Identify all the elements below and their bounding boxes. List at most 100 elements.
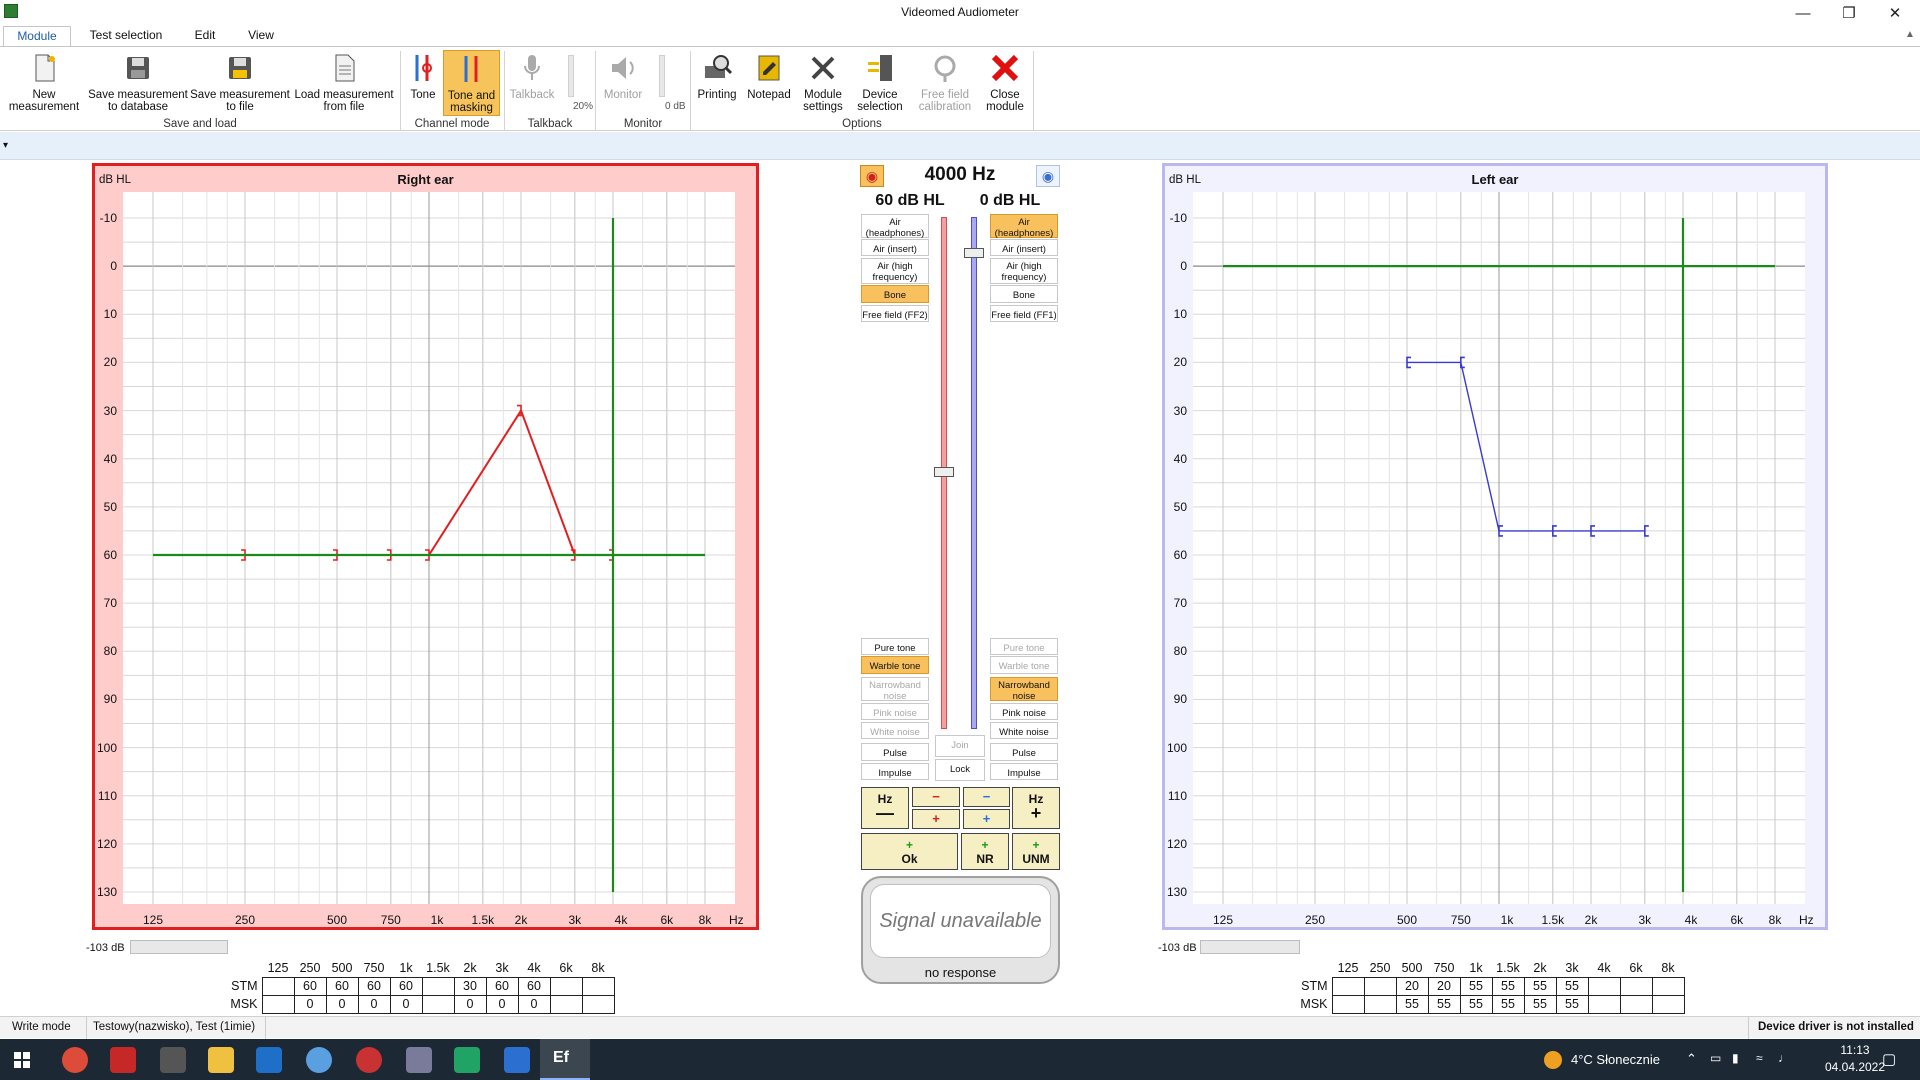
right-transducer-button-2[interactable]: Air (high frequency) — [861, 258, 929, 284]
outlook-icon[interactable] — [256, 1047, 282, 1073]
right-level-down-button[interactable]: − — [912, 787, 960, 807]
table-cell[interactable]: 20 — [1427, 976, 1461, 996]
left-signal-button-2[interactable]: Narrowband noise — [990, 677, 1058, 702]
table-cell[interactable]: 60 — [517, 976, 551, 996]
right-transducer-button-0[interactable]: Air (headphones) — [861, 214, 929, 239]
table-cell[interactable]: 60 — [293, 976, 327, 996]
join-button[interactable]: Join — [935, 735, 985, 757]
unm-button[interactable]: + UNM — [1012, 833, 1060, 870]
table-cell[interactable]: 30 — [453, 976, 487, 996]
left-level-up-button[interactable]: + — [963, 809, 1010, 829]
frequency-down-button[interactable]: Hz — — [861, 787, 909, 829]
right-transducer-button-4[interactable]: Free field (FF2) — [861, 305, 929, 322]
right-ear-audiogram[interactable] — [123, 192, 735, 904]
table-cell[interactable]: 55 — [1523, 976, 1557, 996]
word-icon[interactable] — [504, 1047, 530, 1073]
free-field-calibration-button[interactable]: Free field calibration — [910, 52, 980, 113]
left-transducer-button-1[interactable]: Air (insert) — [990, 239, 1058, 256]
app-red-icon[interactable] — [110, 1047, 136, 1073]
table-cell[interactable] — [1619, 994, 1653, 1014]
wifi-icon[interactable]: ≈ — [1756, 1051, 1763, 1065]
table-cell[interactable]: 55 — [1491, 976, 1525, 996]
tab-module[interactable]: Module — [3, 26, 71, 46]
left-level-slider-track[interactable] — [971, 217, 977, 729]
table-cell[interactable]: 55 — [1459, 994, 1493, 1014]
table-cell[interactable]: 0 — [485, 994, 519, 1014]
table-cell[interactable] — [549, 994, 583, 1014]
ok-button[interactable]: + Ok — [861, 833, 958, 870]
right-signal-button-3[interactable]: Pink noise — [861, 703, 929, 720]
table-cell[interactable]: 60 — [357, 976, 391, 996]
nr-button[interactable]: + NR — [961, 833, 1009, 870]
right-signal-button-1[interactable]: Warble tone — [861, 656, 929, 674]
quick-access-dropdown-icon[interactable]: ▾ — [3, 140, 8, 151]
table-cell[interactable] — [1363, 976, 1397, 996]
table-cell[interactable] — [549, 976, 583, 996]
table-cell[interactable]: 55 — [1491, 994, 1525, 1014]
audiometer-taskbar-button[interactable]: Ef — [540, 1039, 590, 1080]
app-window-icon[interactable] — [406, 1047, 432, 1073]
table-cell[interactable]: 20 — [1395, 976, 1429, 996]
notepad-button[interactable]: Notepad — [743, 52, 795, 101]
left-transducer-button-2[interactable]: Air (high frequency) — [990, 258, 1058, 284]
left-transducer-button-4[interactable]: Free field (FF1) — [990, 305, 1058, 322]
table-cell[interactable]: 60 — [389, 976, 423, 996]
left-signal-button-4[interactable]: White noise — [990, 722, 1058, 739]
table-cell[interactable] — [1331, 994, 1365, 1014]
table-cell[interactable] — [1651, 976, 1685, 996]
tab-edit[interactable]: Edit — [186, 26, 224, 46]
left-ear-select-icon[interactable]: ◉ — [1036, 165, 1060, 187]
right-signal-button-2[interactable]: Narrowband noise — [861, 677, 929, 702]
left-signal-button-3[interactable]: Pink noise — [990, 703, 1058, 720]
frequency-up-button[interactable]: Hz + — [1012, 787, 1060, 829]
maps-icon[interactable] — [160, 1047, 186, 1073]
left-ear-audiogram[interactable] — [1193, 192, 1805, 904]
left-signal-button-5[interactable]: Pulse — [990, 743, 1058, 761]
right-signal-button-6[interactable]: Impulse — [861, 763, 929, 780]
tray-device-icon[interactable]: ▭ — [1710, 1051, 1721, 1065]
table-cell[interactable]: 0 — [517, 994, 551, 1014]
printing-button[interactable]: Printing — [694, 52, 740, 101]
chrome-icon[interactable] — [62, 1047, 88, 1073]
weather-text[interactable]: 4°C Słonecznie — [1571, 1052, 1660, 1067]
tray-chevron-icon[interactable]: ⌃ — [1686, 1051, 1697, 1067]
notifications-icon[interactable]: ▢ — [1882, 1050, 1896, 1068]
table-cell[interactable]: 55 — [1555, 994, 1589, 1014]
table-cell[interactable]: 55 — [1459, 976, 1493, 996]
table-cell[interactable]: 55 — [1427, 994, 1461, 1014]
close-module-button[interactable]: Close module — [982, 52, 1028, 113]
right-signal-button-0[interactable]: Pure tone — [861, 638, 929, 655]
table-cell[interactable] — [581, 976, 615, 996]
browser-icon[interactable] — [306, 1047, 332, 1073]
table-cell[interactable] — [421, 976, 455, 996]
table-cell[interactable] — [1363, 994, 1397, 1014]
left-level-slider-thumb[interactable] — [964, 248, 984, 258]
table-cell[interactable] — [581, 994, 615, 1014]
close-window-button[interactable]: ✕ — [1872, 0, 1918, 27]
table-cell[interactable]: 0 — [453, 994, 487, 1014]
file-explorer-icon[interactable] — [208, 1047, 234, 1073]
tone-masking-button[interactable]: Tone and masking — [443, 50, 500, 116]
table-cell[interactable] — [261, 994, 295, 1014]
new-measurement-button[interactable]: New measurement — [4, 52, 84, 113]
save-file-button[interactable]: Save measurement to file — [190, 52, 290, 113]
lock-button[interactable]: Lock — [935, 759, 985, 781]
save-db-button[interactable]: Save measurement to database — [88, 52, 188, 113]
battery-icon[interactable]: ▮ — [1732, 1051, 1739, 1065]
table-cell[interactable]: 55 — [1523, 994, 1557, 1014]
talkback-slider[interactable] — [568, 55, 574, 97]
tab-test-selection[interactable]: Test selection — [80, 26, 172, 46]
table-cell[interactable]: 60 — [325, 976, 359, 996]
table-cell[interactable]: 55 — [1395, 994, 1429, 1014]
table-cell[interactable] — [1651, 994, 1685, 1014]
talkback-button[interactable]: Talkback — [506, 52, 558, 101]
table-cell[interactable] — [1619, 976, 1653, 996]
right-transducer-button-3[interactable]: Bone — [861, 285, 929, 303]
excel-icon[interactable] — [454, 1047, 480, 1073]
windows-start-icon[interactable] — [14, 1052, 30, 1068]
table-cell[interactable] — [1587, 994, 1621, 1014]
left-transducer-button-3[interactable]: Bone — [990, 285, 1058, 303]
volume-icon[interactable]: ♩ — [1778, 1051, 1790, 1065]
table-cell[interactable] — [261, 976, 295, 996]
clock-time[interactable]: 11:13 — [1820, 1043, 1890, 1057]
